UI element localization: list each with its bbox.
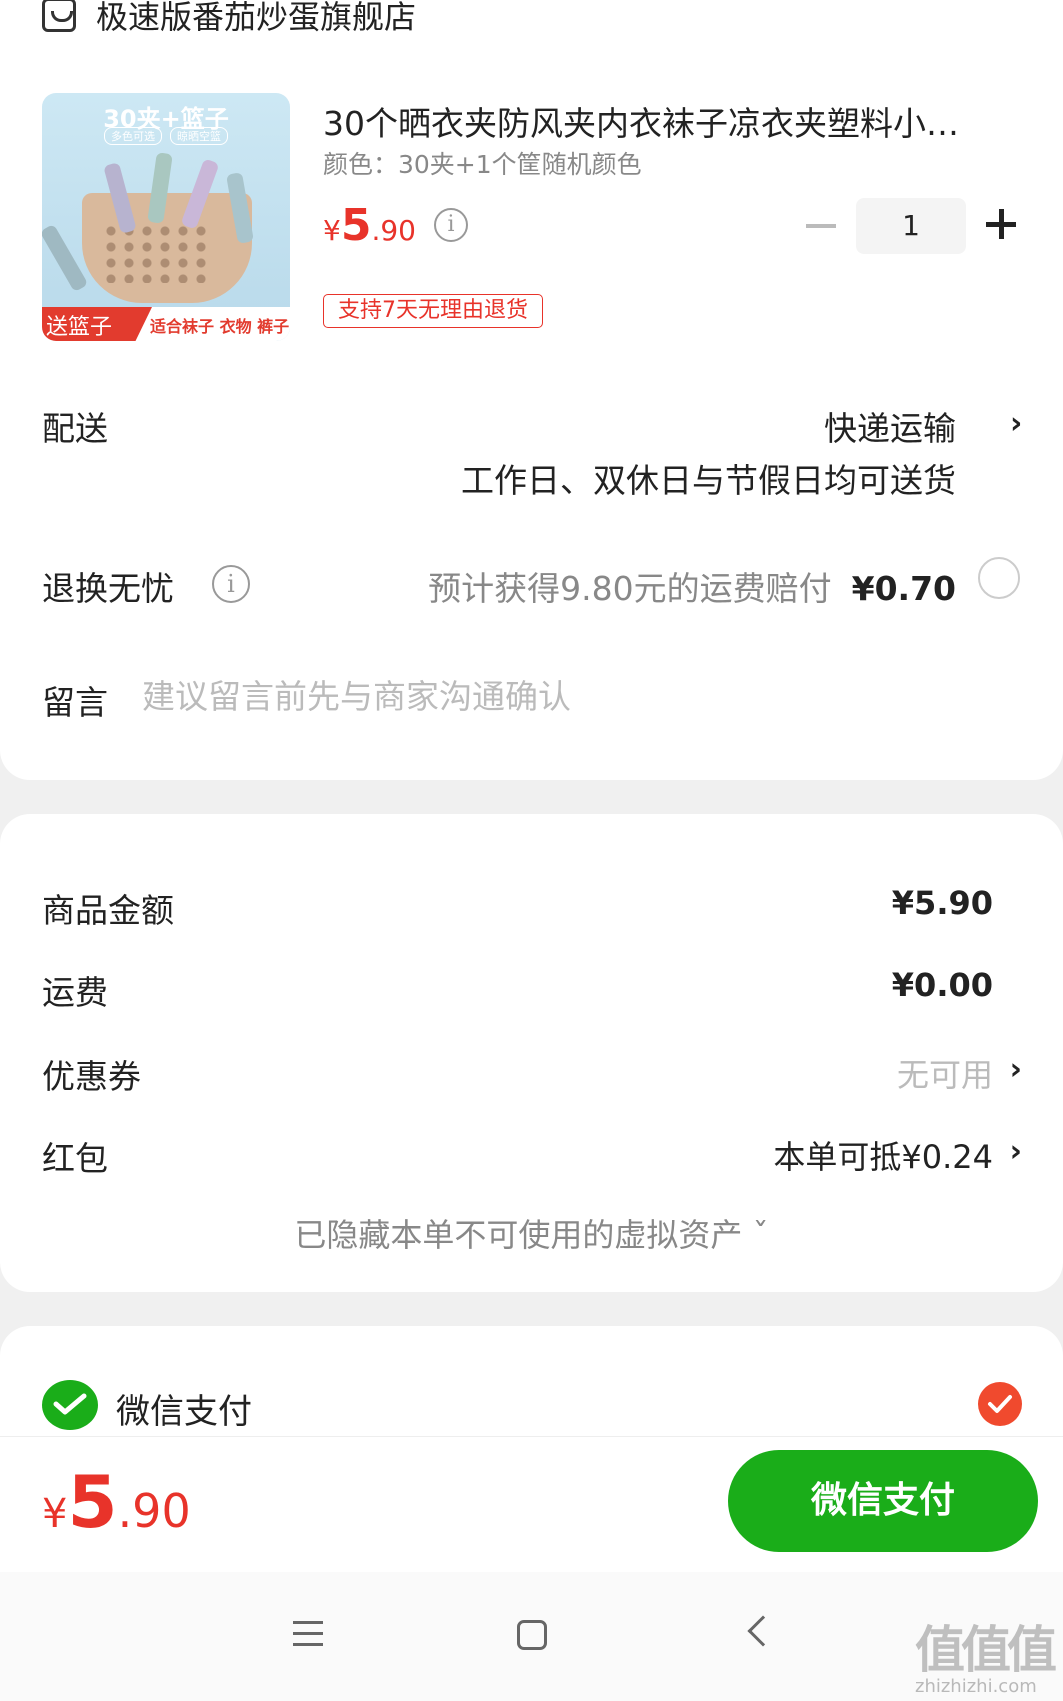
return-insurance-price: ¥0.70 [851, 569, 956, 608]
return-insurance-info-icon[interactable]: i [212, 565, 250, 603]
return-policy-badge: 支持7天无理由退货 [323, 294, 543, 328]
thumb-tag: 多色可选 [104, 127, 162, 145]
store-row[interactable]: 极速版番茄炒蛋旗舰店 [42, 0, 416, 40]
thumb-suitable-text: 适合袜子 衣物 裤子等等 [150, 317, 290, 336]
total-integer: 5 [67, 1460, 118, 1544]
return-insurance-radio[interactable] [978, 557, 1020, 599]
return-insurance-text: 预计获得9.80元的运费赔付 [428, 569, 832, 608]
coupon-row[interactable]: 优惠券 无可用 › [42, 1050, 1022, 1100]
delivery-note: 工作日、双休日与节假日均可送货 [461, 461, 956, 500]
quantity-decrease-button[interactable] [806, 224, 836, 228]
coupon-value: 无可用 [896, 1056, 993, 1094]
chevron-right-icon[interactable]: › [1010, 1134, 1022, 1169]
selected-check-icon[interactable] [978, 1382, 1022, 1426]
goods-amount-row: 商品金额 ¥5.90 [42, 884, 1022, 934]
order-item-card: 极速版番茄炒蛋旗舰店 30夹+篮子 多色可选 晾晒空篮 送篮子 适合袜子 衣物 … [0, 0, 1063, 780]
thumb-banner: 送篮子 适合袜子 衣物 裤子等等 [42, 307, 290, 341]
store-name: 极速版番茄炒蛋旗舰店 [96, 0, 417, 36]
product-price: ¥ 5 .90 [323, 200, 416, 251]
wechat-pay-icon [42, 1380, 98, 1430]
total-decimal: .90 [117, 1484, 191, 1538]
chevron-right-icon[interactable]: › [1010, 406, 1022, 441]
quantity-input[interactable]: 1 [856, 198, 966, 254]
delivery-label: 配送 [42, 409, 108, 448]
goods-amount-value: ¥5.90 [891, 884, 993, 922]
red-packet-value: 本单可抵¥0.24 [773, 1138, 993, 1176]
quantity-increase-button[interactable] [986, 208, 1020, 242]
watermark-url: zhizhizhi.com [915, 1676, 1037, 1697]
chevron-right-icon[interactable]: › [1010, 1052, 1022, 1087]
wechat-pay-label[interactable]: 微信支付 [116, 1384, 252, 1433]
thumb-tags: 多色可选 晾晒空篮 [42, 127, 290, 145]
coupon-label: 优惠券 [42, 1057, 141, 1096]
thumb-tag: 晾晒空篮 [170, 127, 228, 145]
shipping-fee-label: 运费 [42, 973, 108, 1012]
red-packet-label: 红包 [42, 1139, 108, 1178]
product-spec[interactable]: 颜色：30夹+1个筐随机颜色 [323, 145, 642, 181]
product-title[interactable]: 30个晒衣夹防风夹内衣袜子凉衣夹塑料小… [323, 97, 1023, 145]
red-packet-row[interactable]: 红包 本单可抵¥0.24 › [42, 1132, 1022, 1182]
message-input[interactable] [142, 672, 742, 720]
hidden-assets-toggle[interactable]: 已隐藏本单不可使用的虚拟资产 ˇ [0, 1210, 1063, 1256]
return-insurance-label: 退换无忧 [42, 569, 174, 608]
price-integer: 5 [340, 200, 372, 251]
delivery-method[interactable]: 快递运输 [824, 402, 956, 450]
product-thumbnail[interactable]: 30夹+篮子 多色可选 晾晒空篮 送篮子 适合袜子 衣物 裤子等等 [42, 93, 290, 341]
store-icon [42, 0, 76, 32]
price-info-icon[interactable]: i [434, 208, 468, 242]
message-label: 留言 [42, 683, 108, 722]
total-symbol: ¥ [42, 1491, 68, 1537]
basket-holes [102, 223, 212, 283]
goods-amount-label: 商品金额 [42, 891, 174, 930]
menu-icon[interactable] [293, 1621, 323, 1647]
watermark-logo: 值值值 [915, 1621, 1057, 1679]
total-price: ¥ 5 .90 [42, 1460, 191, 1544]
home-icon[interactable] [517, 1620, 547, 1650]
shipping-fee-value: ¥0.00 [891, 966, 993, 1004]
return-insurance-note: 预计获得9.80元的运费赔付 ¥0.70 [428, 562, 956, 610]
price-symbol: ¥ [323, 214, 341, 247]
price-decimal: .90 [371, 214, 416, 247]
thumb-gift-text: 送篮子 [46, 315, 113, 340]
shipping-fee-row: 运费 ¥0.00 [42, 966, 1022, 1016]
wechat-pay-button[interactable]: 微信支付 [728, 1450, 1038, 1552]
